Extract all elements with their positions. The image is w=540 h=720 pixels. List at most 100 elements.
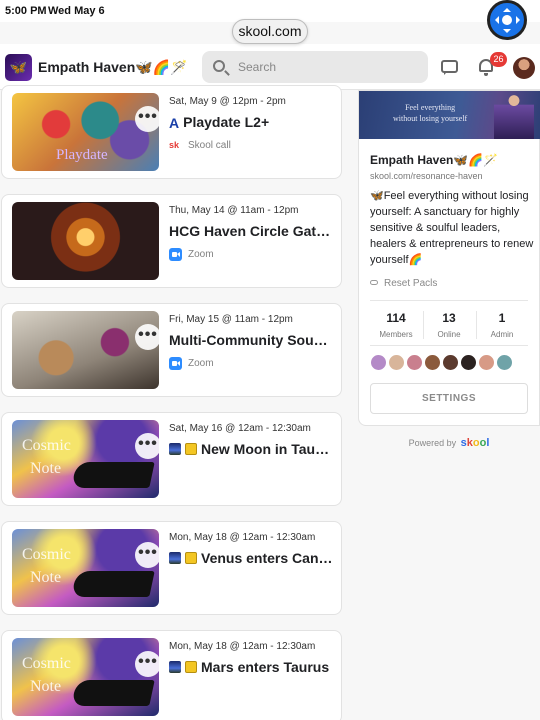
top-header: 🦋 Empath Haven🦋🌈🪄 ︿﹀ 26 bbox=[0, 44, 540, 90]
more-options-button[interactable]: ••• bbox=[135, 324, 159, 350]
stat-online[interactable]: 13 Online bbox=[423, 311, 475, 339]
event-thumbnail[interactable]: Cosmic Note ••• bbox=[12, 638, 159, 716]
member-avatar[interactable] bbox=[424, 354, 441, 371]
search-box[interactable] bbox=[202, 51, 428, 83]
search-input[interactable] bbox=[238, 51, 418, 83]
reset-link[interactable]: Reset Pacls bbox=[370, 278, 437, 289]
event-title[interactable]: New Moon in Taurus bbox=[169, 441, 334, 457]
thumbnail-caption: Note bbox=[30, 460, 62, 477]
notebook-icon bbox=[185, 443, 197, 455]
more-options-button[interactable]: ••• bbox=[135, 542, 159, 568]
event-thumbnail[interactable]: ••• bbox=[12, 311, 159, 389]
thumbnail-caption: Cosmic bbox=[22, 437, 71, 454]
stat-label: Members bbox=[379, 330, 413, 339]
divider bbox=[370, 300, 528, 301]
event-card[interactable]: ••• Fri, May 15 @ 11am - 12pm Multi-Comm… bbox=[1, 303, 342, 397]
status-time: 5:00 PM bbox=[5, 5, 47, 17]
stat-admin[interactable]: 1 Admin bbox=[476, 311, 528, 339]
event-card[interactable]: Cosmic Note ••• Mon, May 18 @ 12am - 12:… bbox=[1, 521, 342, 615]
stat-label: Online bbox=[437, 330, 461, 339]
thumbnail-caption: Playdate bbox=[56, 147, 108, 163]
status-date: Wed May 6 bbox=[48, 5, 105, 17]
event-title-text: New Moon in Taurus bbox=[201, 441, 334, 457]
platform-label: Zoom bbox=[188, 249, 214, 261]
powered-by-footer[interactable]: Powered by skool bbox=[358, 437, 540, 449]
member-avatar[interactable] bbox=[478, 354, 495, 371]
event-date: Mon, May 18 @ 12am - 12:30am bbox=[169, 641, 316, 652]
event-card[interactable]: Cosmic Note ••• Sat, May 16 @ 12am - 12:… bbox=[1, 412, 342, 506]
event-date: Sat, May 9 @ 12pm - 2pm bbox=[169, 96, 286, 107]
banner-caption-line: Feel everything bbox=[405, 103, 456, 112]
powered-by-label: Powered by bbox=[408, 438, 457, 448]
event-title[interactable]: A Playdate L2+ bbox=[169, 114, 334, 130]
banner-figure-image bbox=[494, 91, 534, 139]
event-card[interactable]: Cosmic Note ••• Mon, May 18 @ 12am - 12:… bbox=[1, 630, 342, 720]
group-title: Empath Haven🦋🌈🪄 bbox=[370, 153, 499, 167]
piano-image bbox=[71, 680, 155, 706]
event-card[interactable]: Thu, May 14 @ 11am - 12pm HCG Haven Circ… bbox=[1, 194, 342, 288]
stat-value: 13 bbox=[442, 311, 456, 325]
reset-link-label: Reset Pacls bbox=[384, 278, 438, 289]
user-avatar[interactable] bbox=[513, 57, 535, 79]
event-title[interactable]: Multi-Community Sound Bath bbox=[169, 332, 334, 348]
more-options-button[interactable]: ••• bbox=[135, 106, 159, 132]
event-title[interactable]: Mars enters Taurus bbox=[169, 659, 334, 675]
thumbnail-caption: Cosmic bbox=[22, 546, 71, 563]
event-title-text: Playdate L2+ bbox=[183, 114, 270, 130]
zoom-icon bbox=[169, 357, 182, 370]
url-pill[interactable]: skool.com bbox=[232, 19, 308, 44]
banner-caption: Feel everything without losing yourself bbox=[393, 102, 467, 124]
stat-label: Admin bbox=[490, 330, 514, 339]
night-sky-icon bbox=[169, 661, 181, 673]
more-options-button[interactable]: ••• bbox=[135, 651, 159, 677]
piano-image bbox=[71, 462, 155, 488]
event-title[interactable]: Venus enters Cancer bbox=[169, 550, 334, 566]
event-thumbnail[interactable]: Cosmic Note ••• bbox=[12, 420, 159, 498]
event-date: Sat, May 16 @ 12am - 12:30am bbox=[169, 423, 311, 434]
event-platform: Zoom bbox=[169, 357, 214, 371]
banner-caption-line: without losing yourself bbox=[393, 114, 468, 123]
member-avatar[interactable] bbox=[442, 354, 459, 371]
event-platform: sk Skool call bbox=[169, 139, 231, 153]
night-sky-icon bbox=[169, 443, 181, 455]
event-date: Thu, May 14 @ 11am - 12pm bbox=[169, 205, 299, 216]
group-switcher-chevron-icon[interactable]: ︿ ﹀ bbox=[172, 57, 188, 77]
event-date: Fri, May 15 @ 11am - 12pm bbox=[169, 314, 293, 325]
group-url[interactable]: skool.com/resonance-haven bbox=[370, 171, 483, 181]
letter-a-icon: A bbox=[169, 115, 180, 130]
platform-label: Skool call bbox=[188, 140, 231, 152]
thumbnail-caption: Cosmic bbox=[22, 655, 71, 672]
notification-count-badge: 26 bbox=[490, 52, 507, 67]
night-sky-icon bbox=[169, 552, 181, 564]
settings-button[interactable]: SETTINGS bbox=[370, 383, 528, 414]
event-title-text: Mars enters Taurus bbox=[201, 659, 330, 675]
piano-image bbox=[71, 571, 155, 597]
event-thumbnail[interactable] bbox=[12, 202, 159, 280]
notebook-icon bbox=[185, 552, 197, 564]
thumbnail-caption: Note bbox=[30, 569, 62, 586]
chat-icon[interactable] bbox=[441, 60, 458, 75]
event-platform: Zoom bbox=[169, 248, 214, 262]
link-icon bbox=[370, 280, 378, 285]
event-title[interactable]: HCG Haven Circle Gathering bbox=[169, 223, 334, 239]
event-thumbnail[interactable]: Cosmic Note ••• bbox=[12, 529, 159, 607]
member-avatar[interactable] bbox=[496, 354, 513, 371]
member-avatar[interactable] bbox=[370, 354, 387, 371]
skool-logo: skool bbox=[460, 437, 490, 449]
group-description: 🦋Feel everything without losing yourself… bbox=[370, 190, 534, 266]
group-logo[interactable]: 🦋 bbox=[5, 54, 32, 81]
event-title-text: Venus enters Cancer bbox=[201, 550, 334, 566]
divider bbox=[370, 345, 528, 346]
group-name[interactable]: Empath Haven🦋🌈🪄 bbox=[38, 59, 188, 76]
stat-members[interactable]: 114 Members bbox=[370, 311, 422, 339]
more-options-button[interactable]: ••• bbox=[135, 433, 159, 459]
zoom-icon bbox=[169, 248, 182, 261]
member-avatar[interactable] bbox=[406, 354, 423, 371]
member-avatar[interactable] bbox=[388, 354, 405, 371]
event-thumbnail[interactable]: Playdate ••• bbox=[12, 93, 159, 171]
event-card[interactable]: Playdate ••• Sat, May 9 @ 12pm - 2pm A Pl… bbox=[1, 85, 342, 179]
platform-label: Zoom bbox=[188, 358, 214, 370]
member-avatar[interactable] bbox=[460, 354, 477, 371]
navigation-control-icon[interactable] bbox=[487, 0, 527, 40]
notebook-icon bbox=[185, 661, 197, 673]
